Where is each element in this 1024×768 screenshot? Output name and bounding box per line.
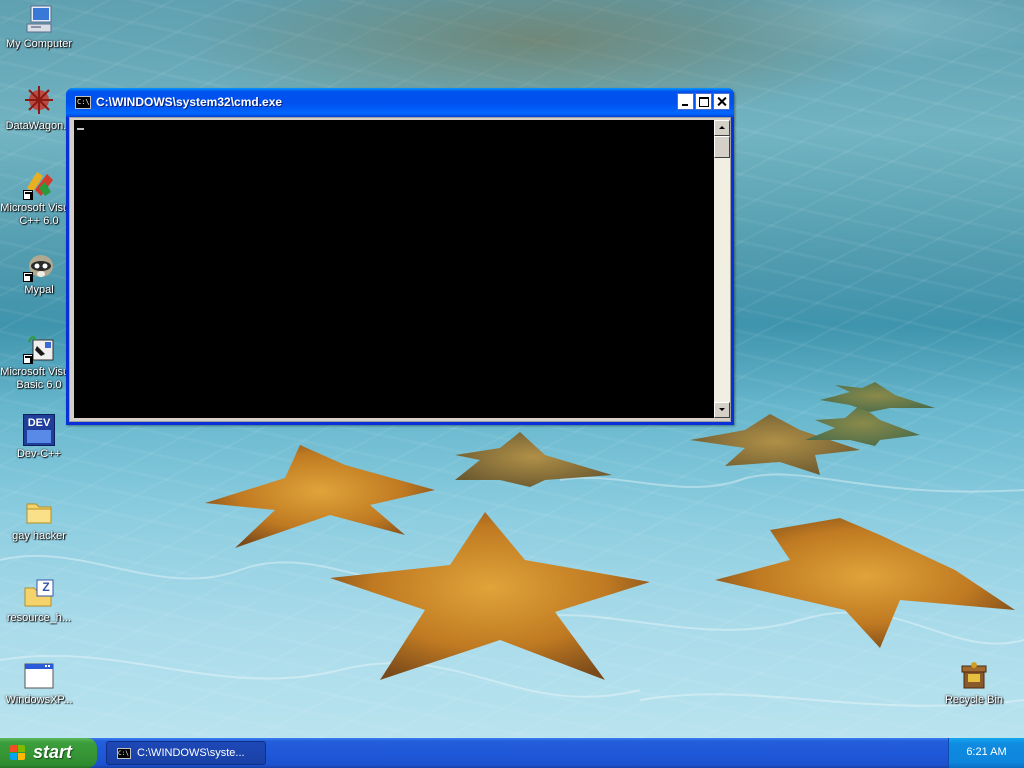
starfish-large — [330, 512, 650, 680]
clock[interactable]: 6:21 AM — [949, 746, 1024, 758]
dev-icon-text: DEV — [27, 417, 51, 429]
window-title: C:\WINDOWS\system32\cmd.exe — [96, 95, 283, 109]
desktop-icon-label: WindowsXP... — [5, 694, 73, 706]
shortcut-arrow-icon — [23, 190, 33, 200]
desktop-icon-label: My Computer — [5, 38, 73, 50]
desktop-icon-label: gay hacker — [12, 530, 66, 542]
dev-icon-window — [27, 430, 51, 443]
zip-icon-text: Z — [42, 580, 50, 594]
window-frame — [69, 117, 731, 422]
scroll-up-button[interactable] — [714, 120, 730, 136]
shortcut-arrow-icon — [23, 354, 33, 364]
visual-cpp-icon — [23, 168, 55, 200]
desktop-icon-label: resource_h... — [6, 612, 72, 624]
console-output[interactable] — [74, 120, 714, 418]
scroll-thumb[interactable] — [714, 136, 730, 158]
text-cursor — [77, 128, 84, 130]
system-tray: 6:21 AM — [948, 738, 1024, 768]
starfish-far-back — [805, 405, 920, 446]
visual-basic-icon — [23, 332, 55, 364]
desktop-icon-label: Dev-C++ — [16, 448, 62, 460]
title-bar[interactable]: C:\ C:\WINDOWS\system32\cmd.exe — [66, 88, 734, 117]
maximize-button[interactable] — [695, 93, 712, 110]
datawagon-icon — [23, 86, 55, 118]
minimize-button[interactable] — [677, 93, 694, 110]
window-app-icon — [23, 660, 55, 692]
windows-logo-icon — [10, 745, 27, 761]
desktop-icon-zipped-folder[interactable]: Z resource_h... — [0, 578, 78, 625]
taskbar-button-label: C:\WINDOWS\syste... — [137, 747, 245, 759]
starfish-far-back-2 — [820, 382, 935, 412]
scroll-down-button[interactable] — [714, 402, 730, 418]
folder-icon — [23, 496, 55, 528]
start-button[interactable]: start — [0, 738, 97, 768]
cmd-icon[interactable]: C:\ — [75, 96, 91, 109]
cmd-window[interactable]: C:\ C:\WINDOWS\system32\cmd.exe — [66, 88, 734, 425]
starfish-left — [205, 445, 435, 548]
desktop-icon-windowsxp[interactable]: WindowsXP... — [0, 660, 78, 707]
mypal-icon — [23, 250, 55, 282]
cmd-icon: C:\ — [117, 748, 131, 759]
dev-cpp-icon: DEV — [23, 414, 55, 446]
shortcut-arrow-icon — [23, 272, 33, 282]
zipped-folder-icon: Z — [23, 578, 55, 610]
desktop-icon-recycle-bin[interactable]: Recycle Bin — [935, 660, 1013, 707]
my-computer-icon — [23, 4, 55, 36]
start-label: start — [33, 742, 73, 762]
desktop-icon-folder[interactable]: gay hacker — [0, 496, 78, 543]
desktop-icon-label: Recycle Bin — [944, 694, 1004, 706]
taskbar-button-cmd[interactable]: C:\ C:\WINDOWS\syste... — [106, 741, 266, 765]
close-button[interactable] — [713, 93, 730, 110]
desktop-icon-my-computer[interactable]: My Computer — [0, 4, 78, 51]
vertical-scrollbar[interactable] — [714, 120, 730, 418]
taskbar: start C:\ C:\WINDOWS\syste... 6:21 AM — [0, 738, 1024, 768]
recycle-bin-icon — [958, 660, 990, 692]
